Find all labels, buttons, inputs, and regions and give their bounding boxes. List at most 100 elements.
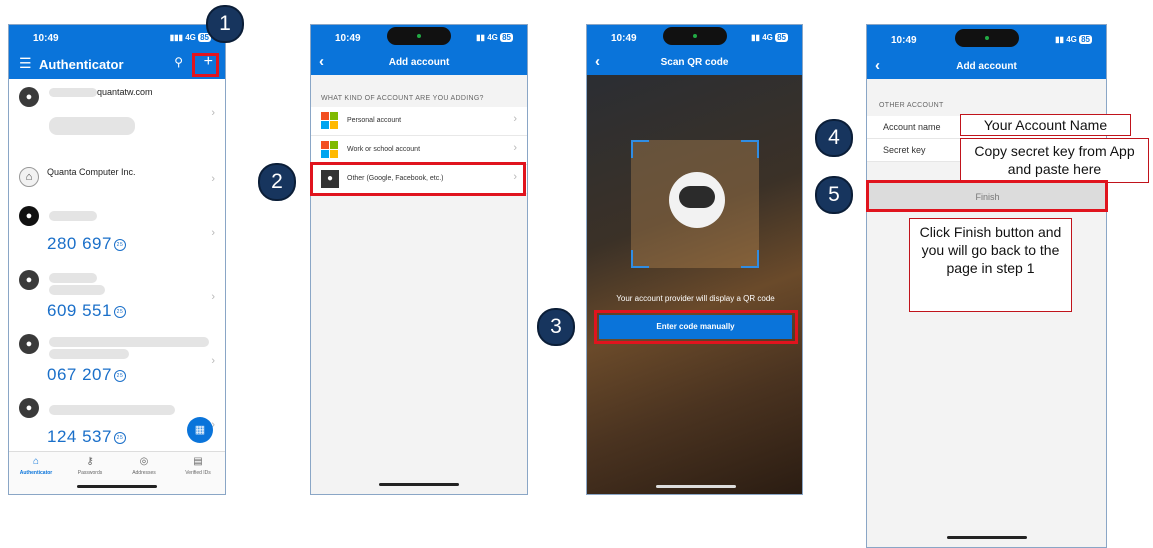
highlight-other-option <box>310 162 526 196</box>
timer-icon: 25 <box>113 431 126 444</box>
user-avatar-icon: ● <box>19 87 39 107</box>
app-title: Authenticator <box>39 57 124 72</box>
account-item[interactable]: ● quantatw.com › <box>9 79 225 154</box>
nav-bar: ‹ Add account <box>311 49 527 75</box>
status-time: 10:49 <box>335 33 361 44</box>
account-name: quantatw.com <box>97 87 153 97</box>
dynamic-island <box>954 29 1019 47</box>
phone-authenticator-home: 10:49 ▮▮▮ 4G 85 ☰ Authenticator ⚲ + ● qu… <box>8 24 226 495</box>
status-signal: ▮▮ 4G 85 <box>751 33 788 42</box>
page-title: Add account <box>956 61 1017 72</box>
section-header: WHAT KIND OF ACCOUNT ARE YOU ADDING? <box>321 95 484 102</box>
step-1-badge: 1 <box>206 5 244 43</box>
user-avatar-icon: ● <box>19 270 39 290</box>
dynamic-island <box>387 27 451 45</box>
status-bar: 10:49 ▮▮▮ 4G 85 <box>9 25 225 49</box>
battery-icon: 85 <box>500 33 513 42</box>
blurred-text <box>49 337 209 347</box>
location-pin-icon: ◎ <box>139 456 149 467</box>
home-indicator <box>379 483 459 486</box>
chevron-right-icon: › <box>211 227 215 239</box>
timer-icon: 25 <box>113 369 126 382</box>
phone-add-account-type: 10:49 ▮▮ 4G 85 ‹ Add account WHAT KIND O… <box>310 24 528 495</box>
highlight-enter-code <box>594 310 798 344</box>
timer-icon: 25 <box>113 238 126 251</box>
step-5-badge: 5 <box>815 176 853 214</box>
phone-scan-qr: 10:49 ▮▮ 4G 85 ‹ Scan QR code Your accou… <box>586 24 803 495</box>
section-header: OTHER ACCOUNT <box>879 102 944 109</box>
blurred-text <box>49 273 97 283</box>
status-time: 10:49 <box>891 35 917 46</box>
secret-key-note: Copy secret key from App and paste here <box>960 138 1149 183</box>
option-work-account[interactable]: Work or school account › <box>311 136 527 165</box>
status-bar: 10:49 ▮▮ 4G 85 <box>311 25 527 49</box>
account-name-note: Your Account Name <box>960 114 1131 136</box>
user-avatar-icon: ● <box>19 398 39 418</box>
search-icon[interactable]: ⚲ <box>174 55 183 69</box>
chevron-right-icon: › <box>513 142 517 154</box>
blurred-text <box>49 211 97 221</box>
home-indicator <box>946 536 1027 539</box>
frame-corner <box>631 250 649 268</box>
microsoft-logo-icon <box>321 112 339 130</box>
microsoft-logo-icon <box>321 141 339 159</box>
otp-code: 067 207 25 <box>47 365 126 385</box>
account-item[interactable]: ● 280 697 25 › <box>9 201 225 266</box>
nav-bar: ‹ Add account <box>867 53 1106 79</box>
hamburger-menu-icon[interactable]: ☰ <box>19 55 32 72</box>
frame-corner <box>741 140 759 158</box>
highlight-finish-button <box>866 180 1108 212</box>
tab-authenticator[interactable]: ⌂ Authenticator <box>9 456 63 476</box>
step-2-badge: 2 <box>258 163 296 201</box>
frame-corner <box>631 140 649 158</box>
battery-icon: 85 <box>775 33 788 42</box>
chevron-right-icon: › <box>211 291 215 303</box>
blurred-text <box>49 285 105 295</box>
page-title: Add account <box>388 57 450 68</box>
home-indicator <box>77 485 157 488</box>
tab-addresses[interactable]: ◎ Addresses <box>117 456 171 476</box>
status-signal: ▮▮▮ 4G 85 <box>169 33 211 42</box>
status-bar: 10:49 ▮▮ 4G 85 <box>587 25 802 49</box>
otp-code: 124 537 25 <box>47 427 126 447</box>
github-icon: ● <box>19 206 39 226</box>
camera-viewfinder: Your account provider will display a QR … <box>587 75 802 494</box>
qr-scan-frame <box>631 140 759 268</box>
nav-bar: ‹ Scan QR code <box>587 49 802 75</box>
secret-key-label: Secret key <box>883 145 926 155</box>
chevron-right-icon: › <box>211 107 215 119</box>
timer-icon: 25 <box>113 305 126 318</box>
frame-corner <box>741 250 759 268</box>
chevron-right-icon: › <box>211 355 215 367</box>
scan-hint: Your account provider will display a QR … <box>616 294 775 303</box>
option-label: Personal account <box>347 117 402 124</box>
account-item[interactable]: ● 067 207 25 › <box>9 329 225 394</box>
status-signal: ▮▮ 4G 85 <box>1055 35 1092 44</box>
blurred-text <box>49 117 135 135</box>
blurred-text <box>49 405 175 415</box>
page-title: Scan QR code <box>660 57 729 68</box>
home-icon: ⌂ <box>32 456 40 467</box>
account-item[interactable]: ⌂ Quanta Computer Inc. › <box>9 153 225 202</box>
home-indicator <box>655 485 736 488</box>
status-signal: ▮▮ 4G 85 <box>476 33 513 42</box>
building-icon: ⌂ <box>19 167 39 187</box>
github-mascot-sticker <box>669 172 725 228</box>
id-card-icon: ▤ <box>193 456 203 467</box>
tab-verified-ids[interactable]: ▤ Verified IDs <box>171 456 225 476</box>
account-item[interactable]: ● 609 551 25 › <box>9 265 225 330</box>
step-4-badge: 4 <box>815 119 853 157</box>
chevron-right-icon: › <box>211 173 215 185</box>
tab-passwords[interactable]: ⚷ Passwords <box>63 456 117 476</box>
option-personal-account[interactable]: Personal account › <box>311 107 527 136</box>
status-time: 10:49 <box>33 33 59 44</box>
status-time: 10:49 <box>611 33 637 44</box>
scan-qr-fab-icon[interactable]: ▦ <box>187 417 213 443</box>
battery-icon: 85 <box>1079 35 1092 44</box>
highlight-add-button <box>192 53 219 77</box>
otp-code: 609 551 25 <box>47 301 126 321</box>
option-label: Work or school account <box>347 146 421 153</box>
account-name: Quanta Computer Inc. <box>47 167 136 177</box>
status-bar: 10:49 ▮▮ 4G 85 <box>867 25 1106 53</box>
blurred-text <box>49 349 129 359</box>
